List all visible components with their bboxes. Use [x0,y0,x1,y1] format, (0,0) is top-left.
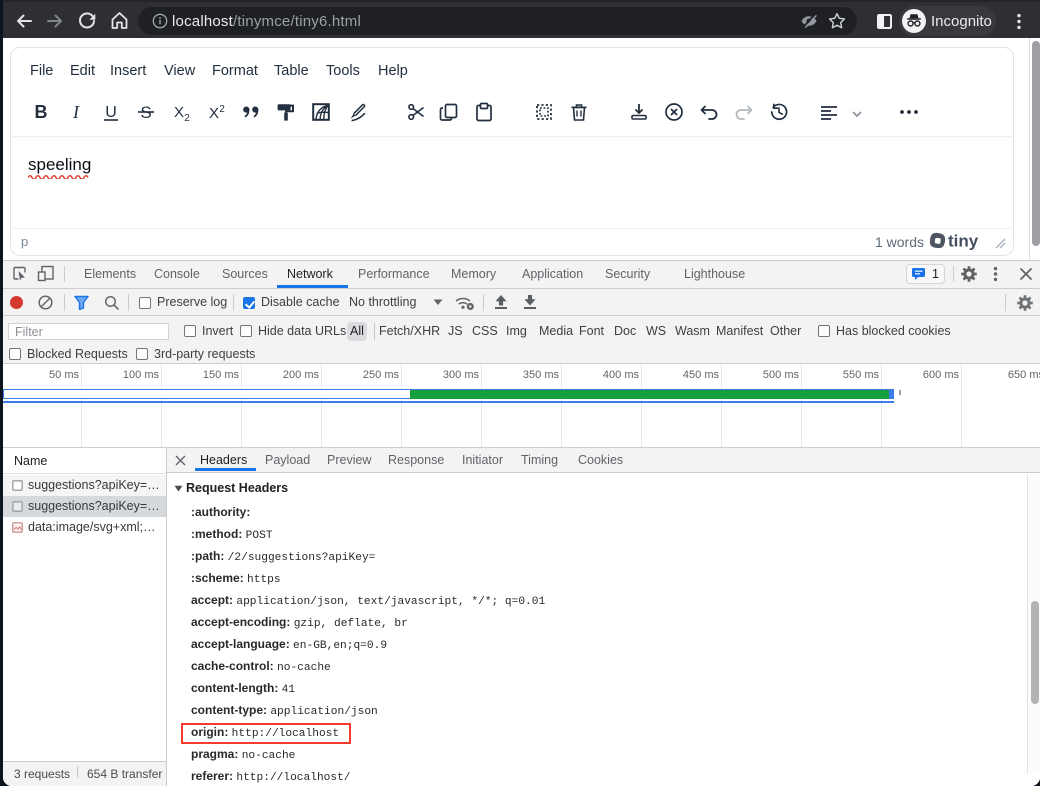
svg-text:I: I [72,102,80,122]
svg-text:2: 2 [219,104,225,115]
svg-text:U: U [105,104,117,121]
svg-text:X: X [174,104,184,121]
svg-text:2: 2 [184,113,190,124]
svg-text:tiny: tiny [948,232,979,251]
svg-text:B: B [35,102,48,122]
svg-text:X: X [209,105,219,122]
